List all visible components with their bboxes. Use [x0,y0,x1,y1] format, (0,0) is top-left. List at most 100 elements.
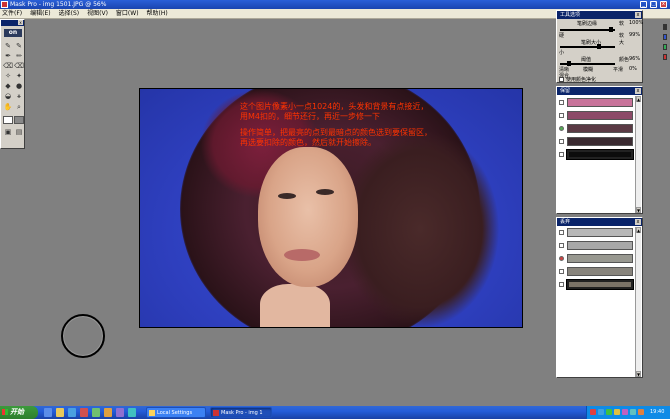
drop-swatch[interactable] [567,267,633,276]
keep-colors-close-button[interactable]: x [635,88,641,94]
drop-swatch-row[interactable] [559,253,635,264]
eraser-keep-icon[interactable]: ⌫ [3,62,13,70]
keep-swatch-checkbox[interactable] [559,100,564,105]
strip-swatch [663,24,667,30]
tray-icon[interactable] [598,409,604,415]
chisel-tool-icon[interactable]: ◆ [3,82,13,90]
brush-tool-icon[interactable]: ✏ [14,52,24,60]
magic-brush-icon[interactable]: ✧ [3,72,13,80]
tray-icon[interactable] [630,409,636,415]
keep-colors-scrollbar[interactable]: ▲ ▼ [635,96,641,213]
drop-swatch[interactable] [566,279,634,290]
magic-pen-icon[interactable]: ✦ [14,72,24,80]
scroll-down-icon[interactable]: ▼ [636,371,641,377]
hard-label: 硬 [559,33,565,39]
color-cleanup-checkbox[interactable] [559,77,564,82]
keep-swatch-checkbox[interactable] [559,139,564,144]
annotation-line-3: 操作简单，把最亮的点到最暗点的颜色选到要保留区， [240,128,432,137]
wand-tool-icon[interactable]: ⚹ [14,92,24,100]
quick-launch-app-icon[interactable] [128,408,136,417]
quick-launch-app-icon[interactable] [104,408,112,417]
taskbar-item-mask-pro[interactable]: Mask Pro - img 1 [210,407,272,418]
keep-swatch-row[interactable] [559,97,635,108]
minimize-button[interactable]: _ [640,1,647,8]
eyedropper-drop-icon[interactable]: ✎ [14,42,24,50]
brush-edge-label: 笔刷边缘 [577,21,598,27]
keep-swatch-row[interactable] [559,123,635,134]
blur-tool-icon[interactable]: ● [14,82,24,90]
keep-swatch-row[interactable] [559,136,635,147]
drop-colors-close-button[interactable]: x [635,219,641,225]
tray-icon[interactable] [590,409,596,415]
drop-swatch-row[interactable] [559,240,635,251]
start-button[interactable]: 开始 [0,406,38,419]
eraser-drop-icon[interactable]: ⌫ [14,62,24,70]
view-image-icon[interactable]: ▤ [14,128,24,136]
keep-swatch[interactable] [567,98,633,107]
drop-swatch-row[interactable] [559,227,635,238]
brush-size-knob[interactable] [597,44,601,49]
brush-size-value: 99% [629,32,641,38]
drop-swatch-checkbox[interactable] [559,282,564,287]
onone-logo: on [4,29,22,37]
view-mask-icon[interactable]: ▣ [3,128,13,136]
drop-swatch-active-indicator[interactable] [559,256,564,261]
clock[interactable]: 19:40 [650,406,670,419]
brush-edge-knob[interactable] [609,27,613,32]
keep-swatch-checkbox[interactable] [559,113,564,118]
annotation-line-1: 这个图片像素小一点1024的，头发和背景有点接近， [240,102,429,111]
menu-select[interactable]: 选择(S) [59,9,80,18]
quick-launch-desktop-icon[interactable] [68,408,76,417]
maximize-button[interactable]: □ [650,1,657,8]
tray-icon[interactable] [606,409,612,415]
quick-launch-app-icon[interactable] [92,408,100,417]
keep-color-swatch-icon[interactable] [3,116,13,124]
drop-swatch-checkbox[interactable] [559,243,564,248]
drop-color-swatch-icon[interactable] [14,116,24,124]
keep-swatch[interactable] [566,149,634,160]
scroll-up-icon[interactable]: ▲ [636,96,641,102]
drop-swatch[interactable] [567,254,633,263]
menu-view[interactable]: 视图(V) [87,9,108,18]
tray-icon[interactable] [614,409,620,415]
keep-swatch[interactable] [567,137,633,146]
zoom-tool-icon[interactable]: ⌕ [14,103,24,111]
brush-edge-slider[interactable] [560,29,615,31]
drop-swatch-row[interactable] [559,266,635,277]
keep-swatch-active-indicator[interactable] [559,126,564,131]
quick-launch-app-icon[interactable] [80,408,88,417]
close-button[interactable]: x [660,1,667,8]
shoulder-shape [260,284,330,327]
taskbar-item-label: Local Settings [157,410,193,416]
menu-file[interactable]: 文件(F) [2,9,22,18]
tray-icon[interactable] [622,409,628,415]
drop-swatch-checkbox[interactable] [559,230,564,235]
drop-swatch[interactable] [567,241,633,250]
scroll-up-icon[interactable]: ▲ [636,227,641,233]
drop-colors-scrollbar[interactable]: ▲ ▼ [635,227,641,377]
quick-launch-ie-icon[interactable] [44,408,52,417]
pen-tool-icon[interactable]: ✒ [3,52,13,60]
keep-swatch-row-selected[interactable] [559,149,635,160]
scroll-down-icon[interactable]: ▼ [636,207,641,213]
taskbar-item-local-settings[interactable]: Local Settings [146,407,206,418]
tool-options-close-button[interactable]: x [635,12,641,18]
drop-swatch[interactable] [567,228,633,237]
keep-swatch-checkbox[interactable] [559,152,564,157]
keep-swatch[interactable] [567,111,633,120]
keep-swatch[interactable] [567,124,633,133]
menu-window[interactable]: 窗口(W) [116,9,139,18]
quick-launch-app-icon[interactable] [116,408,124,417]
brush-size-slider[interactable] [560,46,615,48]
hand-tool-icon[interactable]: ✋ [3,103,13,111]
speaker-icon[interactable] [638,409,644,415]
quick-launch-folder-icon[interactable] [56,408,64,417]
eyedropper-keep-icon[interactable]: ✎ [3,42,13,50]
toolbox-close-button[interactable]: x [18,20,23,25]
menu-edit[interactable]: 编辑(E) [30,9,50,18]
fill-tool-icon[interactable]: ◒ [3,92,13,100]
menu-help[interactable]: 帮助(H) [147,9,168,18]
keep-swatch-row[interactable] [559,110,635,121]
drop-swatch-checkbox[interactable] [559,269,564,274]
drop-swatch-row-selected[interactable] [559,279,635,290]
